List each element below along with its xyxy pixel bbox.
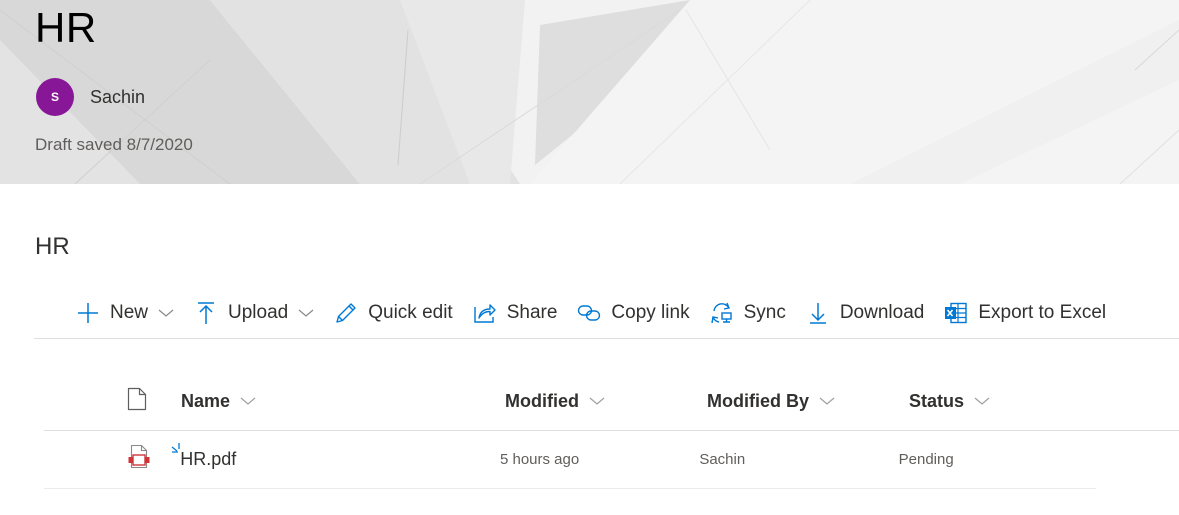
upload-label: Upload <box>228 302 289 323</box>
column-header-label: Status <box>909 390 965 411</box>
command-bar: New Upload Quick edit Share Copy link Sy… <box>34 288 1179 339</box>
table-row[interactable]: HR.pdf 5 hours ago Sachin Pending <box>44 431 1096 489</box>
sync-label: Sync <box>743 302 786 323</box>
column-header-modified-by[interactable]: Modified By <box>707 391 909 412</box>
list-header: Name Modified Modified By Status <box>44 372 1179 431</box>
column-header-label: Modified By <box>707 390 809 411</box>
document-icon <box>127 387 147 416</box>
download-label: Download <box>839 302 925 323</box>
download-icon <box>806 301 830 325</box>
chevron-down-icon <box>240 396 256 406</box>
column-header-status[interactable]: Status <box>909 391 1109 412</box>
chevron-down-icon <box>589 396 605 406</box>
banner-background-image <box>0 0 1179 184</box>
column-header-label: Modified <box>505 390 579 411</box>
author-byline: S Sachin <box>36 78 145 116</box>
column-header-name[interactable]: Name <box>181 391 505 412</box>
link-icon <box>577 301 601 325</box>
avatar[interactable]: S <box>36 78 74 116</box>
chevron-down-icon[interactable] <box>298 305 314 321</box>
sync-button[interactable]: Sync <box>710 293 786 333</box>
share-button[interactable]: Share <box>473 293 558 333</box>
column-header-modified[interactable]: Modified <box>505 391 707 412</box>
copy-link-button[interactable]: Copy link <box>577 293 690 333</box>
modified-cell: 5 hours ago <box>499 451 580 468</box>
share-icon <box>473 301 497 325</box>
download-button[interactable]: Download <box>806 293 925 333</box>
chevron-down-icon <box>819 396 835 406</box>
document-list: Name Modified Modified By Status HR.pdf … <box>44 372 1179 489</box>
chevron-down-icon <box>974 396 990 406</box>
document-library-title[interactable]: HR <box>35 233 70 261</box>
excel-icon <box>944 301 968 325</box>
modified-by-cell[interactable]: Sachin <box>699 451 898 468</box>
new-item-icon <box>171 438 183 459</box>
file-type-cell <box>44 444 180 475</box>
sync-icon <box>710 301 734 325</box>
file-name: HR.pdf <box>180 449 237 469</box>
export-to-excel-label: Export to Excel <box>978 302 1107 323</box>
new-label: New <box>110 302 149 323</box>
draft-status: Draft saved 8/7/2020 <box>35 135 193 154</box>
pencil-icon <box>334 301 358 325</box>
author-name[interactable]: Sachin <box>90 87 145 108</box>
export-to-excel-button[interactable]: Export to Excel <box>944 293 1106 333</box>
quick-edit-button[interactable]: Quick edit <box>334 293 453 333</box>
chevron-down-icon[interactable] <box>158 305 174 321</box>
upload-button[interactable]: Upload <box>194 293 314 333</box>
new-button[interactable]: New <box>76 293 174 333</box>
status-cell: Pending <box>898 451 954 468</box>
share-label: Share <box>506 302 558 323</box>
quick-edit-label: Quick edit <box>368 302 453 323</box>
page-banner: HR S Sachin Draft saved 8/7/2020 <box>0 0 1179 184</box>
file-type-column-header[interactable] <box>44 387 181 416</box>
copy-link-label: Copy link <box>611 302 690 323</box>
upload-icon <box>194 301 218 325</box>
pdf-file-icon <box>127 444 151 475</box>
page-title: HR <box>35 4 97 51</box>
file-name-link[interactable]: HR.pdf <box>171 443 237 469</box>
column-header-label: Name <box>181 390 231 411</box>
plus-icon <box>76 301 100 325</box>
name-cell: HR.pdf <box>171 443 500 470</box>
